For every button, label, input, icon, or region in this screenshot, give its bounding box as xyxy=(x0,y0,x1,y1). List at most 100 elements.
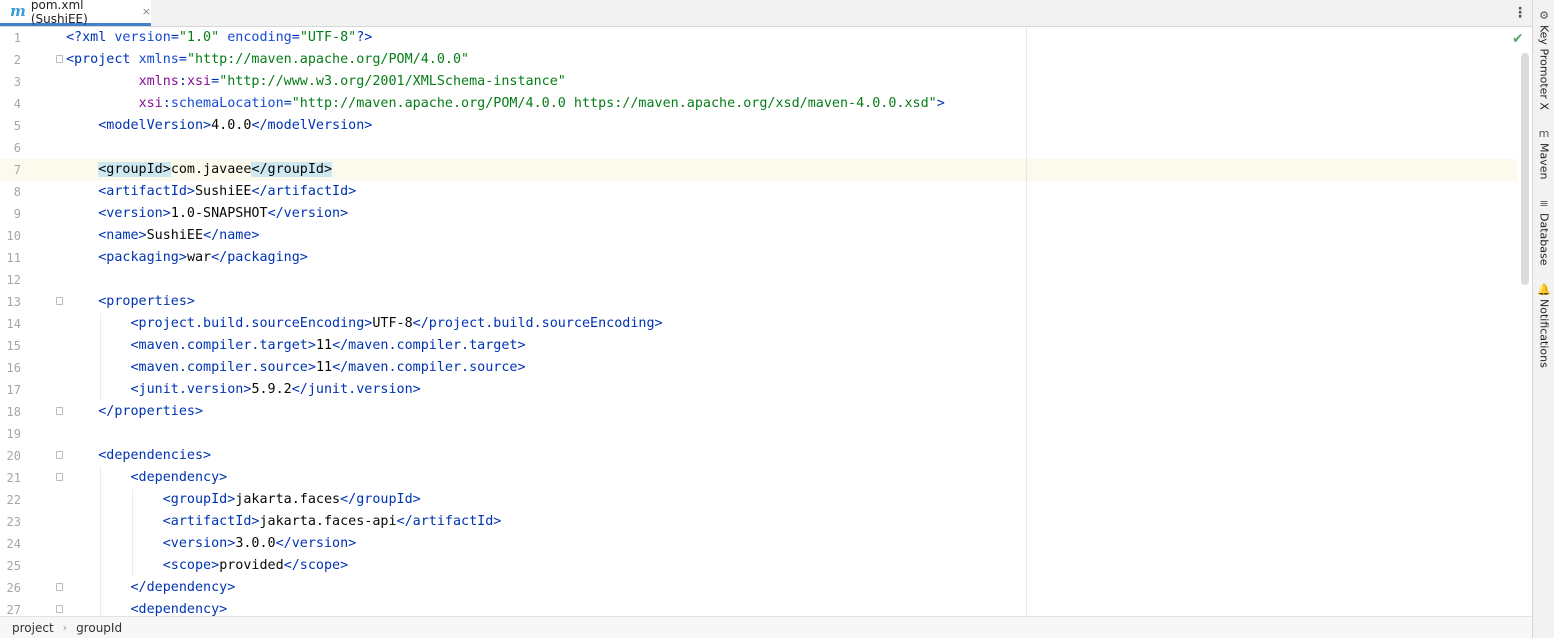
code-line[interactable]: 9 <version>1.0-SNAPSHOT</version> xyxy=(0,203,1517,225)
code-text: <project xmlns="http://maven.apache.org/… xyxy=(66,49,469,71)
fold-marker-icon[interactable] xyxy=(56,297,63,305)
tab-pom-xml[interactable]: m pom.xml (SushiEE) × xyxy=(0,0,151,26)
code-token: "http://maven.apache.org/POM/4.0.0 https… xyxy=(291,96,937,111)
code-line[interactable]: 13 <properties> xyxy=(0,291,1517,313)
maven-icon: m xyxy=(1538,127,1550,140)
database-label: Database xyxy=(1537,213,1551,266)
line-number: 8 xyxy=(13,185,21,199)
code-line[interactable]: 5 <modelVersion>4.0.0</modelVersion> xyxy=(0,115,1517,137)
code-token: <version> xyxy=(98,206,171,221)
code-text: <scope>provided</scope> xyxy=(66,555,348,577)
code-line[interactable]: 14 <project.build.sourceEncoding>UTF-8</… xyxy=(0,313,1517,335)
tool-window-notifications[interactable]: 🔔 Notifications xyxy=(1533,284,1554,368)
code-line[interactable]: 21 <dependency> xyxy=(0,467,1517,489)
code-token: <artifactId> xyxy=(98,184,195,199)
code-line[interactable]: 19 xyxy=(0,423,1517,445)
code-line[interactable]: 26 </dependency> xyxy=(0,577,1517,599)
code-line[interactable]: 16 <maven.compiler.source>11</maven.comp… xyxy=(0,357,1517,379)
code-line[interactable]: 17 <junit.version>5.9.2</junit.version> xyxy=(0,379,1517,401)
code-line[interactable]: 20 <dependencies> xyxy=(0,445,1517,467)
line-number: 14 xyxy=(6,317,21,331)
code-token: xmlns xyxy=(138,74,179,89)
code-token: UTF-8 xyxy=(372,316,413,331)
breadcrumb-groupid[interactable]: groupId xyxy=(76,621,122,635)
code-token: schemaLocation xyxy=(170,96,284,111)
code-token: <maven.compiler.target> xyxy=(130,338,316,353)
code-line[interactable]: 27 <dependency> xyxy=(0,599,1517,616)
code-token: : xyxy=(162,96,171,111)
notifications-icon: 🔔 xyxy=(1537,283,1551,296)
line-number: 3 xyxy=(13,75,21,89)
code-token: = xyxy=(283,96,292,111)
code-token: 4.0.0 xyxy=(211,118,252,133)
code-text: <junit.version>5.9.2</junit.version> xyxy=(66,379,421,401)
vertical-scrollbar[interactable] xyxy=(1521,53,1529,285)
line-number: 16 xyxy=(6,361,21,375)
line-number: 23 xyxy=(6,515,21,529)
code-token: war xyxy=(186,250,212,265)
code-line[interactable]: 3 xmlns:xsi="http://www.w3.org/2001/XMLS… xyxy=(0,71,1517,93)
notifications-label: Notifications xyxy=(1537,299,1551,368)
fold-marker-icon[interactable] xyxy=(56,473,63,481)
key-promoter-x-icon: ⚙ xyxy=(1539,9,1549,22)
code-token: <modelVersion> xyxy=(98,118,212,133)
code-token: jakarta.faces xyxy=(235,492,341,507)
code-line[interactable]: 18 </properties> xyxy=(0,401,1517,423)
code-token: version xyxy=(114,30,171,45)
code-editor[interactable]: ✔ 1 <?xml version="1.0" encoding="UTF-8"?… xyxy=(0,27,1532,616)
code-text: <packaging>war</packaging> xyxy=(66,247,308,269)
code-line[interactable]: 10 <name>SushiEE</name> xyxy=(0,225,1517,247)
code-line[interactable]: 12 xyxy=(0,269,1517,291)
tool-window-key-promoter-x[interactable]: ⚙ Key Promoter X xyxy=(1533,10,1554,110)
code-token: "1.0" xyxy=(178,30,220,45)
code-line[interactable]: 25 <scope>provided</scope> xyxy=(0,555,1517,577)
code-line[interactable]: 8 <artifactId>SushiEE</artifactId> xyxy=(0,181,1517,203)
code-line[interactable]: 23 <artifactId>jakarta.faces-api</artifa… xyxy=(0,511,1517,533)
code-line[interactable]: 15 <maven.compiler.target>11</maven.comp… xyxy=(0,335,1517,357)
code-line[interactable]: 7 <groupId>com.javaee</groupId> xyxy=(0,159,1517,181)
code-text: <name>SushiEE</name> xyxy=(66,225,259,247)
code-text: <dependency> xyxy=(66,599,228,616)
breadcrumb: project › groupId xyxy=(0,616,1532,638)
fold-marker-icon[interactable] xyxy=(56,55,63,63)
line-number: 27 xyxy=(6,603,21,616)
code-token: 3.0.0 xyxy=(235,536,276,551)
code-token: = xyxy=(170,30,179,45)
code-line[interactable]: 4 xsi:schemaLocation="http://maven.apach… xyxy=(0,93,1517,115)
code-line[interactable]: 2 <project xmlns="http://maven.apache.org… xyxy=(0,49,1517,71)
fold-marker-icon[interactable] xyxy=(56,605,63,613)
code-line[interactable]: 6 xyxy=(0,137,1517,159)
more-options-icon[interactable]: ⋮ xyxy=(1512,4,1528,22)
code-token: </properties> xyxy=(98,404,204,419)
fold-marker-icon[interactable] xyxy=(56,451,63,459)
code-token: </dependency> xyxy=(130,580,236,595)
database-icon: ≡ xyxy=(1539,197,1549,210)
code-token: = xyxy=(291,30,300,45)
code-token: </modelVersion> xyxy=(251,118,373,133)
code-token: </groupId> xyxy=(251,162,333,177)
right-tool-strip: ⚙ Key Promoter X m Maven ≡ Database 🔔 Notificat… xyxy=(1532,0,1554,638)
code-token: </packaging> xyxy=(211,250,308,265)
code-token: <junit.version> xyxy=(130,382,252,397)
code-token: </artifactId> xyxy=(251,184,357,199)
fold-marker-icon[interactable] xyxy=(56,583,63,591)
close-icon[interactable]: × xyxy=(142,5,151,18)
breadcrumb-project[interactable]: project xyxy=(12,621,54,635)
code-line[interactable]: 22 <groupId>jakarta.faces</groupId> xyxy=(0,489,1517,511)
tool-window-database[interactable]: ≡ Database xyxy=(1533,198,1554,266)
code-line[interactable]: 24 <version>3.0.0</version> xyxy=(0,533,1517,555)
code-token: encoding xyxy=(227,30,292,45)
line-number: 17 xyxy=(6,383,21,397)
tool-window-maven[interactable]: m Maven xyxy=(1533,127,1554,180)
fold-marker-icon[interactable] xyxy=(56,407,63,415)
line-number: 24 xyxy=(6,537,21,551)
code-text: xmlns:xsi="http://www.w3.org/2001/XMLSch… xyxy=(66,71,566,93)
line-number: 9 xyxy=(13,207,21,221)
code-line[interactable]: 11 <packaging>war</packaging> xyxy=(0,247,1517,269)
code-line[interactable]: 1 <?xml version="1.0" encoding="UTF-8"?> xyxy=(0,27,1517,49)
